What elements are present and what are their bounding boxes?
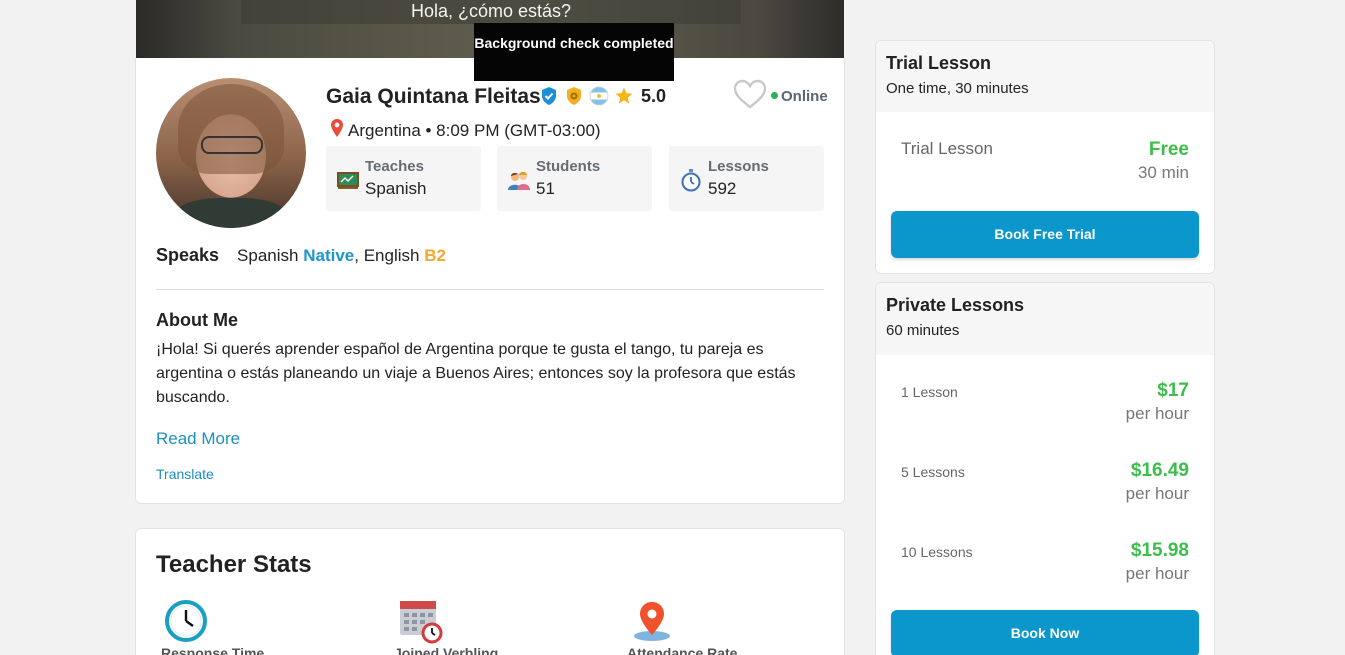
package-unit: per hour xyxy=(1125,564,1189,583)
trial-duration: 30 min xyxy=(1137,163,1189,182)
stat-teaches: Teaches Spanish xyxy=(326,146,481,211)
stat-joined: Joined Verbling xyxy=(394,599,498,655)
about-text: ¡Hola! Si querés aprender español de Arg… xyxy=(156,341,796,406)
calendar-icon xyxy=(398,599,443,644)
private-title: Private Lessons xyxy=(886,295,1025,315)
verified-shield-icon[interactable] xyxy=(539,86,559,106)
package-row[interactable]: 5 Lessons $16.49 per hour xyxy=(901,460,1189,510)
online-dot-icon xyxy=(771,91,778,99)
stat-label: Response Time xyxy=(161,645,265,655)
teacher-name: Gaia Quintana Fleitas xyxy=(326,85,541,108)
package-name: 10 Lessons xyxy=(901,544,973,560)
avatar[interactable] xyxy=(156,78,306,228)
avatar-hair xyxy=(178,84,284,174)
divider xyxy=(156,289,824,290)
online-status: Online xyxy=(771,88,828,105)
teacher-stats-title: Teacher Stats xyxy=(156,551,312,578)
background-check-tooltip: Background check completed xyxy=(474,23,674,81)
package-name: 5 Lessons xyxy=(901,464,965,480)
stat-label: Lessons xyxy=(708,158,769,175)
stat-students: Students 51 xyxy=(497,146,652,211)
private-subtitle: 60 minutes xyxy=(886,322,960,339)
package-price: $16.49 xyxy=(1130,460,1189,481)
translate-link[interactable]: Translate xyxy=(156,466,214,482)
profile-card: Gaia Quintana Fleitas 5.0 Online Argenti… xyxy=(135,58,845,504)
stat-response-time: Response Time xyxy=(161,599,264,655)
speaks-title: Speaks xyxy=(156,245,220,265)
trial-title: Trial Lesson xyxy=(886,53,992,73)
language-spanish: Spanish xyxy=(237,246,299,265)
level-b2: B2 xyxy=(424,246,446,265)
location-pin-icon xyxy=(630,599,674,643)
private-lessons-card: Private Lessons 60 minutes 1 Lesson $17 … xyxy=(875,282,1215,655)
language-english: , English xyxy=(354,246,420,265)
speaks-row: Speaks Spanish Native, English B2 xyxy=(156,245,446,266)
read-more-link[interactable]: Read More xyxy=(156,429,240,449)
stat-label: Students xyxy=(536,158,601,175)
avatar-shirt xyxy=(176,198,286,228)
clock-icon xyxy=(164,599,208,643)
package-unit: per hour xyxy=(1125,404,1189,423)
stat-label: Joined Verbling xyxy=(394,645,499,655)
trial-header: Trial Lesson One time, 30 minutes xyxy=(876,41,1214,112)
caption-box: Hola, ¿cómo estás? xyxy=(241,0,741,24)
location: Argentina • 8:09 PM (GMT-03:00) xyxy=(329,118,601,143)
trial-subtitle: One time, 30 minutes xyxy=(886,80,1029,97)
package-row[interactable]: 1 Lesson $17 per hour xyxy=(901,380,1189,430)
online-label: Online xyxy=(781,88,828,105)
background-check-badge-icon[interactable] xyxy=(564,86,584,106)
avatar-glasses xyxy=(201,136,263,154)
stat-lessons: Lessons 592 xyxy=(669,146,824,211)
trial-lesson-card: Trial Lesson One time, 30 minutes Trial … xyxy=(875,40,1215,274)
stat-label: Attendance Rate xyxy=(627,645,738,655)
rating-value: 5.0 xyxy=(641,85,667,106)
trial-price: Free xyxy=(1148,139,1189,160)
private-header: Private Lessons 60 minutes xyxy=(876,283,1214,355)
stat-label: Teaches xyxy=(365,158,424,175)
about-title: About Me xyxy=(156,310,238,330)
stat-value: 51 xyxy=(536,179,555,198)
book-free-trial-button[interactable]: Book Free Trial xyxy=(891,211,1199,258)
trial-price-row: Trial Lesson Free 30 min xyxy=(901,139,1189,189)
stat-value: Spanish xyxy=(365,179,427,198)
badge-row: 5.0 xyxy=(539,85,666,107)
package-name: 1 Lesson xyxy=(901,384,958,400)
teacher-stats-card: Teacher Stats Response Time Joined Verbl… xyxy=(135,528,845,655)
trial-row-name: Trial Lesson xyxy=(901,139,993,158)
favorite-heart-icon[interactable] xyxy=(733,78,767,110)
location-text: Argentina • 8:09 PM (GMT-03:00) xyxy=(348,120,601,140)
package-unit: per hour xyxy=(1125,484,1189,503)
book-now-button[interactable]: Book Now xyxy=(891,610,1199,655)
package-price: $17 xyxy=(1157,380,1189,401)
level-native: Native xyxy=(303,246,355,265)
stopwatch-icon xyxy=(679,168,703,192)
package-row[interactable]: 10 Lessons $15.98 per hour xyxy=(901,540,1189,590)
location-pin-icon xyxy=(329,118,345,143)
students-icon xyxy=(507,168,531,192)
package-price: $15.98 xyxy=(1130,540,1189,561)
chalkboard-icon xyxy=(336,168,360,192)
star-icon xyxy=(614,86,634,106)
video-caption: Hola, ¿cómo estás? xyxy=(410,1,572,21)
stat-attendance: Attendance Rate xyxy=(627,599,737,655)
argentina-flag-icon xyxy=(589,86,609,106)
stat-value: 592 xyxy=(708,179,737,198)
